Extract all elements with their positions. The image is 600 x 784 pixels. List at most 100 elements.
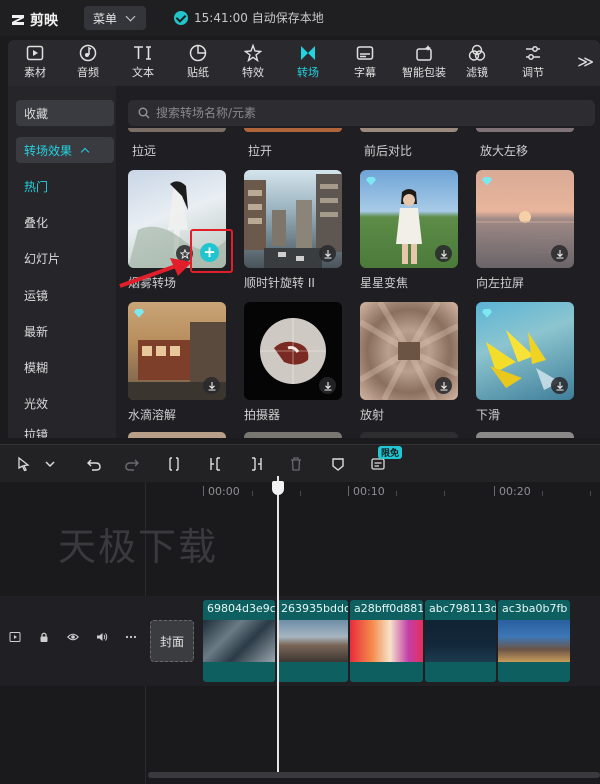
tab-subtitle[interactable]: 字幕: [340, 44, 390, 84]
app-logo: 剪映: [10, 10, 58, 30]
transition-card-camera-shutter[interactable]: 拍摄器: [244, 302, 344, 423]
video-clip[interactable]: ac3ba0b7fb: [498, 600, 570, 682]
ruler-label: 00:00: [208, 485, 240, 498]
cover-button[interactable]: 封面: [150, 620, 194, 662]
download-icon[interactable]: [435, 377, 452, 394]
clip-thumbnail: [350, 620, 423, 662]
video-clip[interactable]: abc798113d: [425, 600, 496, 682]
vip-gem-icon: [366, 177, 376, 186]
audio-icon: [78, 44, 98, 62]
select-cursor-icon[interactable]: [14, 454, 34, 474]
transition-label: 放射: [360, 408, 385, 422]
trim-left-icon[interactable]: [206, 454, 226, 474]
tab-audio[interactable]: 音频: [63, 44, 113, 84]
lock-icon[interactable]: [37, 630, 51, 644]
transition-card-water-dissolve[interactable]: 水滴溶解: [128, 302, 228, 423]
text-icon: [133, 44, 153, 62]
sidebar-item-slides[interactable]: 幻灯片: [16, 245, 114, 271]
clip-name: abc798113d: [429, 602, 496, 615]
transition-card-radial[interactable]: 放射: [360, 302, 460, 423]
thumbnail: [360, 302, 458, 400]
transition-card-star-zoom[interactable]: 星星变焦: [360, 170, 460, 291]
download-icon[interactable]: [319, 377, 336, 394]
transition-label: 水滴溶解: [128, 408, 177, 422]
video-clip[interactable]: 263935bddc: [277, 600, 348, 682]
transition-icon: [298, 44, 318, 62]
sidebar-item-pull[interactable]: 拉镜: [16, 426, 114, 438]
tool-tabs: 素材 音频 文本 贴纸 特效 转场 字幕 智能包装 滤镜 调节 ≫: [8, 40, 600, 86]
video-clip[interactable]: 69804d3e9c: [203, 600, 275, 682]
transition-card-clockwise-rotate[interactable]: 顺时针旋转 II: [244, 170, 344, 291]
thumbnail: [476, 170, 574, 268]
sidebar-item-latest[interactable]: 最新: [16, 318, 114, 344]
transition-label: 星星变焦: [360, 276, 409, 290]
playhead[interactable]: [277, 476, 279, 772]
download-icon[interactable]: [319, 245, 336, 262]
transition-card-slide-down[interactable]: 下滑: [476, 302, 576, 423]
sidebar-group-transitions[interactable]: 转场效果: [16, 137, 114, 163]
tab-sticker[interactable]: 贴纸: [173, 44, 223, 84]
more-options-icon[interactable]: [124, 630, 138, 644]
search-input[interactable]: [156, 106, 556, 120]
trim-right-icon[interactable]: [246, 454, 266, 474]
ruler-tick: [494, 486, 495, 496]
tab-effects[interactable]: 特效: [228, 44, 278, 84]
tab-label: 智能包装: [402, 66, 446, 79]
thumb-partial[interactable]: [476, 432, 574, 438]
time-ruler[interactable]: 00:00 00:10 00:20: [200, 482, 600, 500]
sidebar-item-favorites[interactable]: 收藏: [16, 100, 114, 126]
chevron-down-icon[interactable]: [40, 454, 60, 474]
download-icon[interactable]: [551, 245, 568, 262]
sidebar-item-blur[interactable]: 模糊: [16, 354, 114, 380]
thumb-partial[interactable]: [128, 128, 226, 132]
adjust-icon: [523, 44, 543, 62]
transition-card-left-push[interactable]: 向左拉屏: [476, 170, 576, 291]
sidebar-item-camera[interactable]: 运镜: [16, 282, 114, 308]
tab-media[interactable]: 素材: [10, 44, 60, 84]
download-icon[interactable]: [435, 245, 452, 262]
thumb-partial[interactable]: [244, 432, 342, 438]
more-tabs-icon[interactable]: ≫: [577, 52, 594, 71]
menu-button[interactable]: 菜单: [84, 6, 146, 30]
tab-adjust[interactable]: 调节: [508, 44, 558, 84]
tab-smart-package[interactable]: 智能包装: [396, 44, 452, 84]
sidebar-item-hot[interactable]: 热门: [16, 173, 114, 199]
thumb-partial[interactable]: [360, 128, 458, 132]
tab-text[interactable]: 文本: [118, 44, 168, 84]
split-icon[interactable]: [164, 454, 184, 474]
smart-package-icon: [414, 44, 434, 62]
download-icon[interactable]: [203, 377, 220, 394]
delete-icon[interactable]: [286, 454, 306, 474]
filter-icon: [467, 44, 487, 62]
sidebar-item-dissolve[interactable]: 叠化: [16, 209, 114, 235]
tab-label: 转场: [297, 66, 319, 79]
thumb-partial[interactable]: [360, 432, 458, 438]
ruler-minor-tick: [590, 491, 591, 496]
eye-icon[interactable]: [66, 630, 80, 644]
redo-icon[interactable]: [122, 454, 142, 474]
video-clip[interactable]: a28bff0d881: [350, 600, 423, 682]
thumb-partial[interactable]: [128, 432, 226, 438]
clip-name: 263935bddc: [281, 602, 348, 615]
search-icon: [138, 107, 150, 119]
horizontal-scrollbar[interactable]: [148, 772, 600, 778]
marker-icon[interactable]: [328, 454, 348, 474]
transition-label: 拍摄器: [244, 408, 281, 422]
speaker-icon[interactable]: [95, 630, 109, 644]
category-sidebar: 收藏 转场效果 热门 叠化 幻灯片 运镜 最新 模糊 光效 拉镜: [8, 86, 116, 438]
tab-filter[interactable]: 滤镜: [452, 44, 502, 84]
sidebar-item-light[interactable]: 光效: [16, 390, 114, 416]
download-icon[interactable]: [551, 377, 568, 394]
undo-icon[interactable]: [84, 454, 104, 474]
tab-transition[interactable]: 转场: [283, 44, 333, 84]
thumbnail: [244, 170, 342, 268]
ruler-tick: [348, 486, 349, 496]
ruler-minor-tick: [300, 491, 301, 496]
search-box[interactable]: [128, 100, 595, 126]
playhead-handle[interactable]: [272, 481, 284, 495]
thumb-partial[interactable]: [476, 128, 574, 132]
thumb-partial[interactable]: [244, 128, 342, 132]
video-track-icon[interactable]: [8, 630, 22, 644]
autosave-text: 15:41:00 自动保存本地: [194, 11, 324, 25]
sidebar-item-label: 热门: [24, 179, 49, 194]
